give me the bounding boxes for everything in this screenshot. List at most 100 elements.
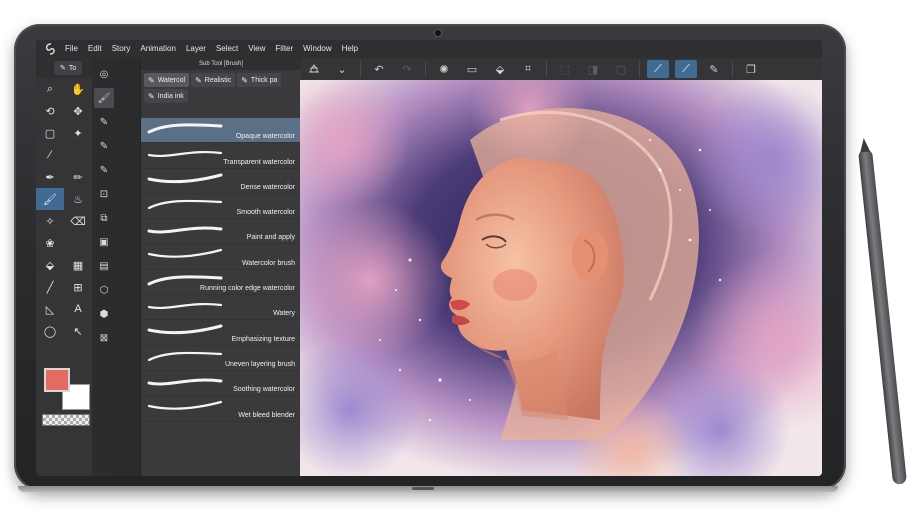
text-icon[interactable]: A (64, 298, 92, 320)
brush-item[interactable]: Dense watercolor (141, 169, 301, 194)
move-icon[interactable]: ✥ (64, 100, 92, 122)
tool-tab[interactable]: ✎ To (54, 61, 83, 75)
target-icon[interactable]: ◎ (94, 64, 114, 84)
deselect-icon[interactable]: ⬚ (554, 60, 576, 78)
zoom-icon[interactable]: ⌕ (36, 78, 64, 100)
pen-tool-icon[interactable]: ✒ (36, 166, 64, 188)
main-color-swatch[interactable] (44, 368, 70, 392)
frame-icon[interactable]: ⊞ (64, 276, 92, 298)
brush-stroke-preview-icon (147, 378, 223, 386)
ink-group-icon[interactable]: ✎ (94, 160, 114, 180)
brush-name: Watercolor brush (241, 259, 295, 267)
menu-window[interactable]: Window (298, 40, 336, 58)
invert-selection-icon[interactable]: ◨ (582, 60, 604, 78)
menu-filter[interactable]: Filter (270, 40, 298, 58)
redo-icon[interactable]: ↷ (396, 60, 418, 78)
selection-border-icon[interactable]: ▢ (610, 60, 632, 78)
brush-icon: ✎ (195, 75, 202, 85)
layer-group-icon[interactable]: ⧉ (94, 208, 114, 228)
balloon-icon[interactable]: ◯ (36, 320, 64, 342)
vector-pen-icon[interactable]: ✎ (703, 60, 725, 78)
subtool-panel: Sub Tool [Brush] ✎ Watercol ✎ Realistic … (140, 58, 301, 476)
brush-item[interactable]: Emphasizing texture (141, 320, 301, 346)
brush-item[interactable]: Uneven layering brush (141, 346, 301, 371)
brush-name: Soothing watercolor (233, 386, 295, 394)
brush-name: Uneven layering brush (224, 360, 295, 368)
stamp-icon[interactable]: ⊡ (94, 184, 114, 204)
fill-icon[interactable]: ⬙ (489, 60, 511, 78)
pressure-pen-icon[interactable]: ⟋ (675, 60, 697, 78)
canvas-area[interactable] (300, 80, 822, 476)
brush-stroke-preview-icon (147, 173, 223, 183)
tab-watercolor[interactable]: ✎ Watercol (144, 73, 190, 87)
transform-icon[interactable]: ⌗ (517, 60, 539, 78)
brush-group-icon[interactable]: ✎ (94, 112, 114, 132)
brush-item[interactable]: Wet bleed blender (141, 396, 301, 422)
material-icon[interactable]: ▤ (94, 256, 114, 276)
tab-realistic[interactable]: ✎ Realistic (191, 73, 236, 87)
edit-mode-icon[interactable] (303, 60, 325, 78)
brush-item[interactable]: Opaque watercolor (141, 118, 301, 144)
fill-tool-icon[interactable]: ⬙ (36, 254, 64, 276)
tab-thick-paint[interactable]: ✎ Thick pa (237, 73, 282, 87)
rotate-icon[interactable]: ⟲ (36, 100, 64, 122)
watercolor-portrait-artwork[interactable] (300, 80, 822, 476)
brush-stroke-preview-icon (147, 351, 223, 361)
menu-file[interactable]: File (60, 40, 83, 58)
decoration-icon[interactable]: ✧ (36, 210, 64, 232)
menu-view[interactable]: View (243, 40, 270, 58)
brush-item[interactable]: Running color edge watercolor (141, 270, 301, 296)
menu-help[interactable]: Help (337, 40, 363, 58)
chevron-down-icon[interactable]: ⌄ (331, 60, 353, 78)
clear-layer-icon[interactable]: ▭ (461, 60, 483, 78)
ruler-icon[interactable]: ◺ (36, 298, 64, 320)
brush-item[interactable]: Transparent watercolor (141, 143, 301, 169)
brush-item[interactable]: Watery (141, 295, 301, 321)
brush-item[interactable]: Paint and apply (141, 219, 301, 245)
undo-icon[interactable]: ↶ (368, 60, 390, 78)
menu-edit[interactable]: Edit (83, 40, 107, 58)
brush-name: Opaque watercolor (235, 133, 295, 141)
operation-icon[interactable]: ↖ (64, 320, 92, 342)
cube-icon[interactable]: ⬡ (94, 280, 114, 300)
stabilizer-pen-icon[interactable]: ⟋ (647, 60, 669, 78)
brush-item[interactable]: Soothing watercolor (141, 371, 301, 397)
menu-bar: File Edit Story Animation Layer Select V… (36, 40, 822, 58)
brush-item[interactable]: Watercolor brush (141, 244, 301, 270)
layers-icon[interactable]: ⬢ (94, 304, 114, 324)
airbrush-icon[interactable]: ♨ (64, 188, 92, 210)
menu-layer[interactable]: Layer (181, 40, 211, 58)
tab-india-ink[interactable]: ✎ India ink (144, 89, 188, 103)
app-logo-icon[interactable] (42, 40, 60, 58)
brush-item[interactable]: Smooth watercolor (141, 194, 301, 220)
tab-label: India ink (157, 92, 184, 100)
spinner-icon[interactable]: ✺ (433, 60, 455, 78)
selection-icon[interactable]: ▢ (36, 122, 64, 144)
magic-wand-icon[interactable]: ✦ (64, 122, 92, 144)
brush-group-tabs: ✎ Watercol ✎ Realistic ✎ Thick pa ✎ Indi… (141, 70, 301, 104)
watercolor-group-icon[interactable]: 🖌 (94, 88, 114, 108)
tool-grid: ⌕ ✋ ⟲ ✥ ▢ ✦ ⁄ ✒ ✏ 🖌 ♨ ✧ ⌫ ❀ ⬙ ▦ ╱ ⊞ ◺ A … (36, 78, 92, 342)
close-box-icon[interactable]: ⊠ (94, 328, 114, 348)
eraser-icon[interactable]: ⌫ (64, 210, 92, 232)
menu-select[interactable]: Select (211, 40, 243, 58)
stylus-pen (858, 137, 908, 485)
brush-name: Dense watercolor (240, 183, 295, 191)
menu-animation[interactable]: Animation (135, 40, 181, 58)
tab-label: Thick pa (250, 76, 278, 84)
figure-icon[interactable]: ╱ (36, 276, 64, 298)
hand-icon[interactable]: ✋ (64, 78, 92, 100)
palette-icon[interactable]: ▣ (94, 232, 114, 252)
brush-tool-icon[interactable]: 🖌 (36, 188, 64, 210)
copy-layer-icon[interactable]: ❐ (740, 60, 762, 78)
menu-story[interactable]: Story (107, 40, 136, 58)
paint-group-icon[interactable]: ✎ (94, 136, 114, 156)
brush-stroke-preview-icon (147, 249, 223, 259)
eyedropper-icon[interactable]: ⁄ (36, 144, 64, 166)
brush-icon: ✎ (148, 75, 155, 85)
pencil-icon[interactable]: ✏ (64, 166, 92, 188)
transparent-color-swatch[interactable] (42, 414, 90, 426)
gradient-icon[interactable]: ▦ (64, 254, 92, 276)
brush-name: Emphasizing texture (231, 335, 295, 343)
blend-icon[interactable]: ❀ (36, 232, 64, 254)
